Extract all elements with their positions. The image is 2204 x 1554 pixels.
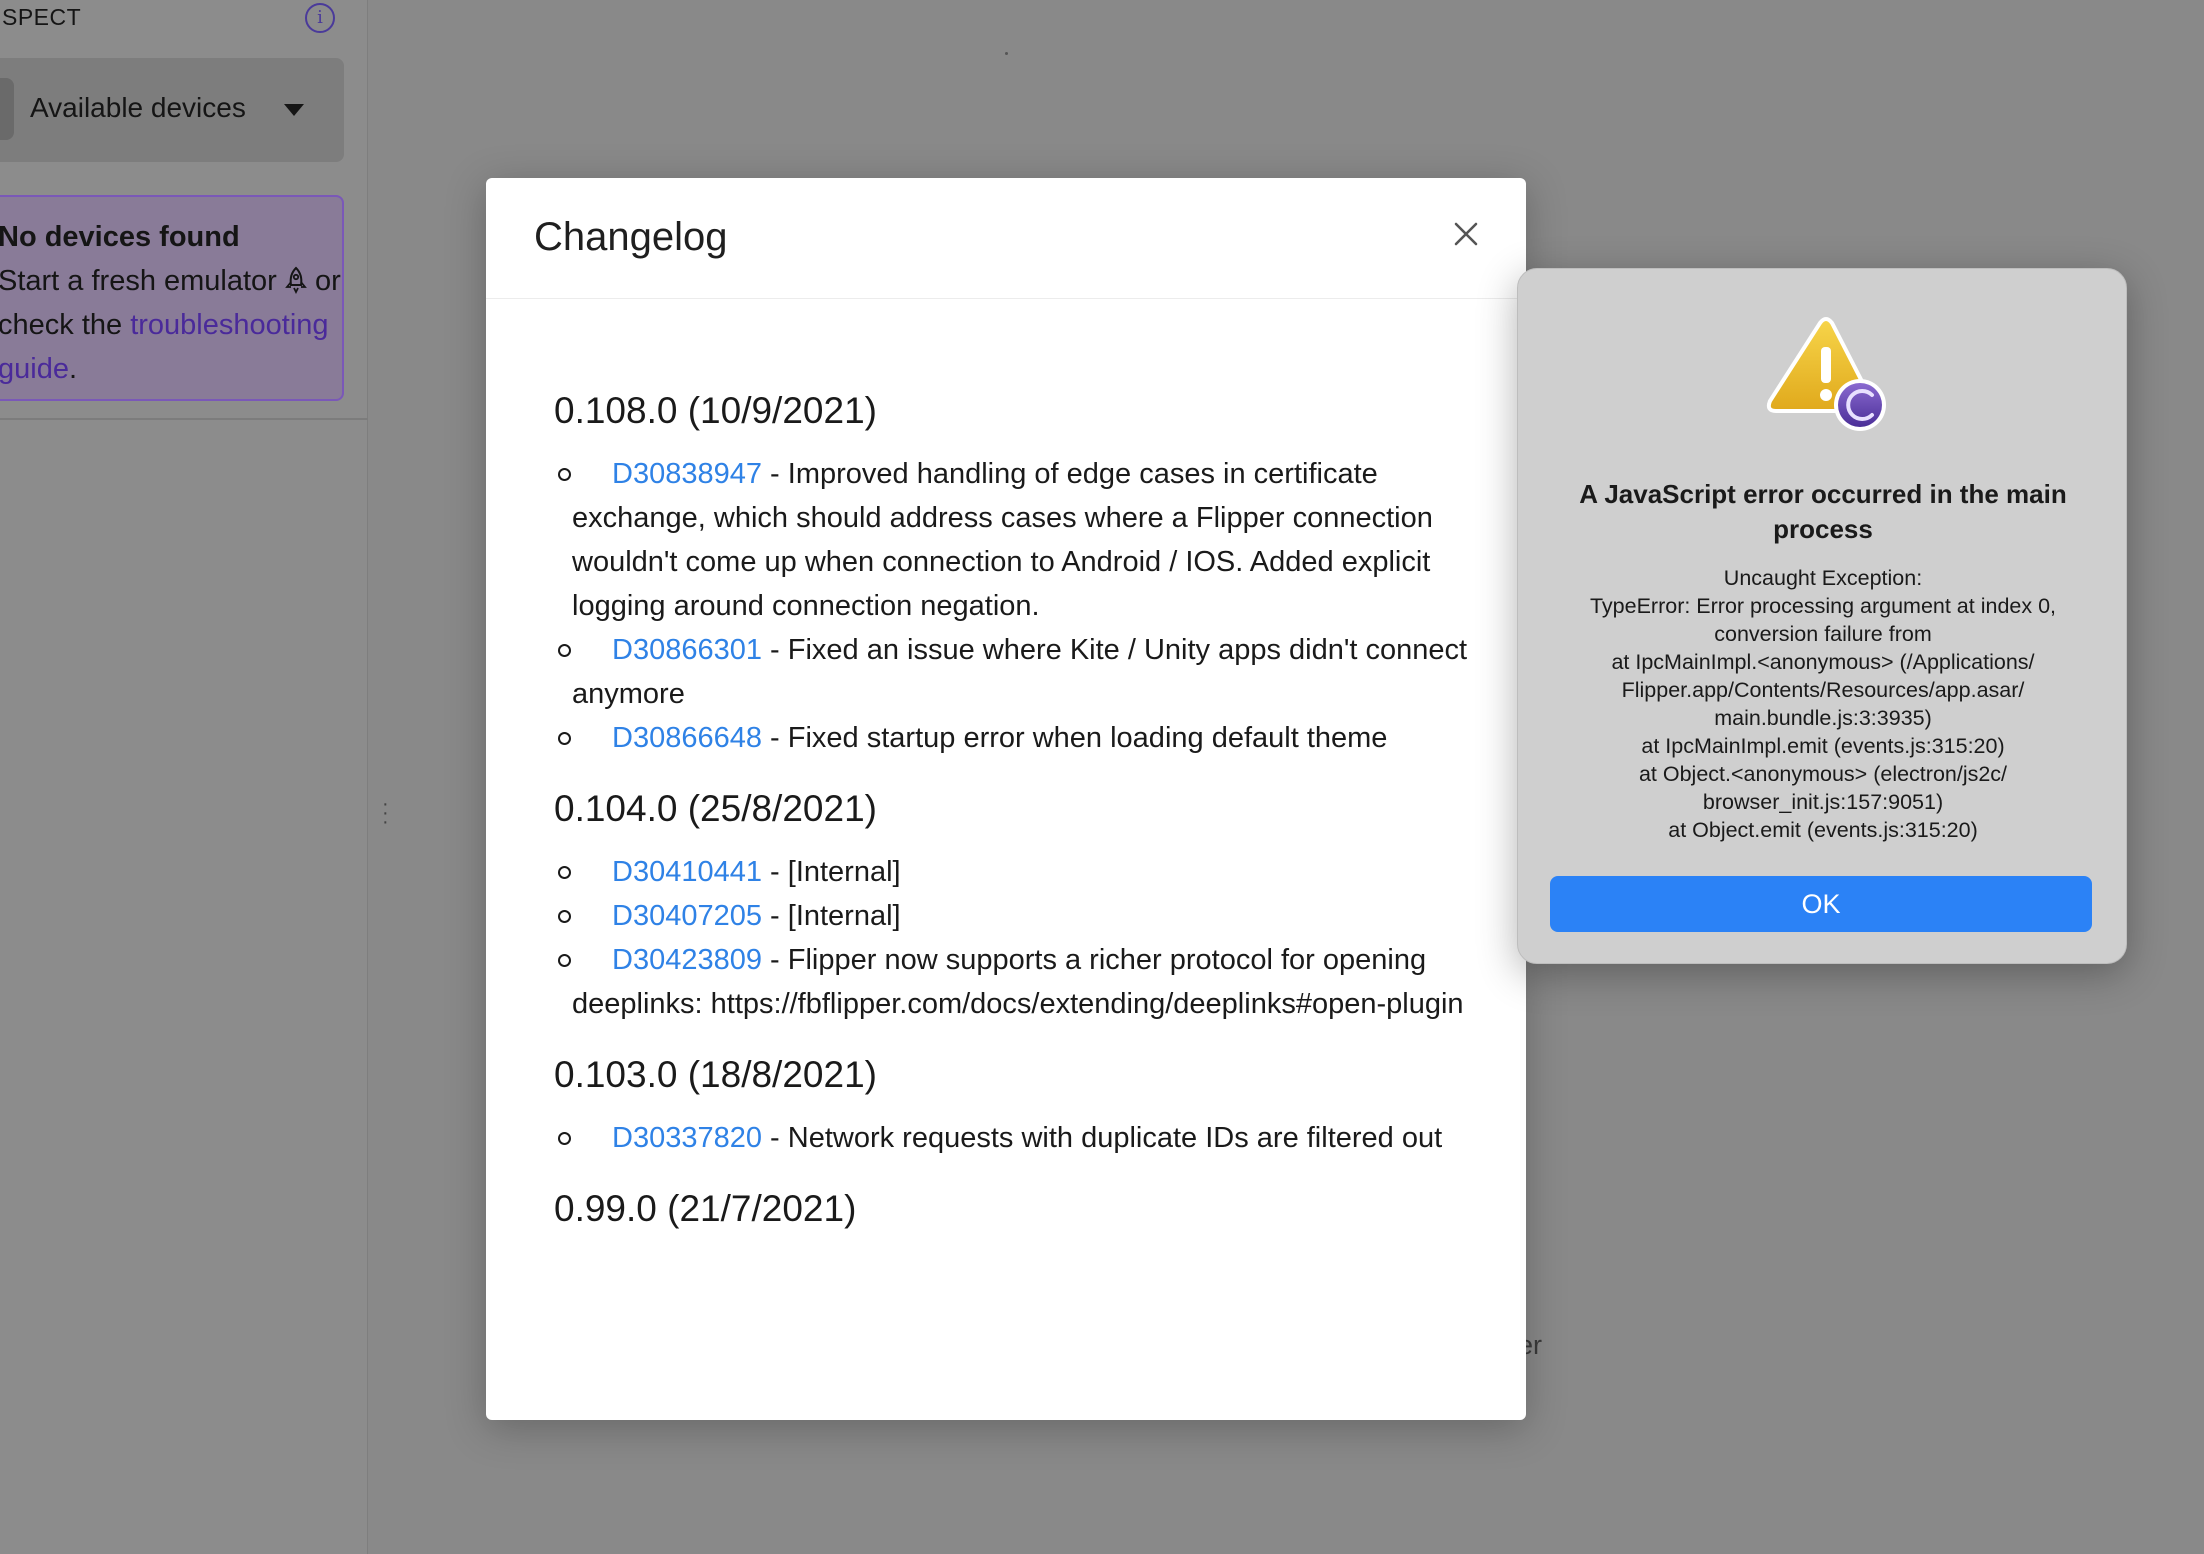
diff-link[interactable]: D30866648 <box>612 722 762 754</box>
notice-line-2: check the troubleshooting guide. <box>0 303 342 391</box>
error-line: at Object.emit (events.js:315:20) <box>1668 818 1978 842</box>
entry-text: - Network requests with duplicate IDs ar… <box>761 1122 1443 1154</box>
diff-link[interactable]: D30866301 <box>612 634 762 666</box>
bullet-icon <box>558 866 571 879</box>
notice-text-3: check the <box>0 309 123 341</box>
error-line: TypeError: Error processing argument at … <box>1589 594 2057 618</box>
warning-icon <box>1766 317 1886 431</box>
notice-line-1: Start a fresh emulator or <box>0 259 342 303</box>
release-title: 0.108.0 (10/9/2021) <box>554 390 877 431</box>
sidebar-header: INSPECT i <box>0 0 368 36</box>
diff-link[interactable]: D30410441 <box>612 856 762 888</box>
bullet-icon <box>558 468 571 481</box>
sidebar-title: INSPECT <box>0 4 82 30</box>
info-icon[interactable]: i <box>305 3 335 33</box>
error-line: at IpcMainImpl.<anonymous> (/Application… <box>1611 650 2035 674</box>
release-title: 0.103.0 (18/8/2021) <box>554 1054 877 1095</box>
diff-link[interactable]: D30838947 <box>612 458 762 490</box>
error-line: Uncaught Exception: <box>1723 566 1923 590</box>
error-dialog: A JavaScript error occurred in the main … <box>1517 268 2127 964</box>
release: 0.104.0 (25/8/2021) D30410441 - [Interna… <box>554 782 1486 1026</box>
changelog-modal: Changelog 0.108.0 (10/9/2021) D30838947 … <box>486 178 1526 1420</box>
release: 0.103.0 (18/8/2021) D30337820 - Network … <box>554 1048 1486 1160</box>
close-icon[interactable] <box>1446 214 1486 254</box>
error-line: main.bundle.js:3:3935) <box>1714 706 1932 730</box>
notice-text-4: . <box>68 353 78 385</box>
modal-title: Changelog <box>534 215 728 259</box>
device-select[interactable]: Available devices <box>0 58 344 162</box>
entry-text: - [Internal] <box>761 900 901 932</box>
error-message: Uncaught Exception: TypeError: Error pro… <box>1538 564 2108 844</box>
bullet-icon <box>558 644 571 657</box>
error-title: A JavaScript error occurred in the main … <box>1579 479 2067 544</box>
no-devices-notice: No devices found Start a fresh emulator … <box>0 195 344 401</box>
device-select-icon-area <box>0 78 14 140</box>
error-line: at IpcMainImpl.emit (events.js:315:20) <box>1641 734 2005 758</box>
release: 0.99.0 (21/7/2021) <box>554 1182 1486 1236</box>
changelog-entry: D30407205 - [Internal] <box>554 894 1486 938</box>
caret-down-icon <box>284 104 304 116</box>
changelog-entry: D30866648 - Fixed startup error when loa… <box>554 716 1486 760</box>
changelog-body[interactable]: 0.108.0 (10/9/2021) D30838947 - Improved… <box>486 300 1526 1360</box>
device-select-label: Available devices <box>30 92 246 123</box>
bullet-icon <box>558 910 571 923</box>
release: 0.108.0 (10/9/2021) D30838947 - Improved… <box>554 384 1486 760</box>
notice-text-1: Start a fresh emulator <box>0 265 277 297</box>
background-dot <box>1005 52 1008 55</box>
error-line: browser_init.js:157:9051) <box>1702 790 1944 814</box>
changelog-entry: D30423809 - Flipper now supports a riche… <box>554 938 1486 1026</box>
changelog-entry: D30337820 - Network requests with duplic… <box>554 1116 1486 1160</box>
entry-text: - Fixed startup error when loading defau… <box>761 722 1388 754</box>
sidebar-resize-handle[interactable]: · · · <box>382 794 389 832</box>
error-line: at Object.<anonymous> (electron/js2c/ <box>1638 762 2008 786</box>
diff-link[interactable]: D30337820 <box>612 1122 762 1154</box>
notice-text-2: or <box>314 265 341 297</box>
changelog-entry: D30838947 - Improved handling of edge ca… <box>554 452 1486 628</box>
sidebar-divider <box>0 418 368 420</box>
error-line: Flipper.app/Contents/Resources/app.asar/ <box>1621 678 2025 702</box>
ok-button[interactable]: OK <box>1550 876 2092 932</box>
diff-link[interactable]: D30407205 <box>612 900 762 932</box>
bullet-icon <box>558 1132 571 1145</box>
rocket-icon <box>285 266 307 294</box>
entry-text: - [Internal] <box>761 856 901 888</box>
error-line: conversion failure from <box>1714 622 1932 646</box>
bullet-icon <box>558 732 571 745</box>
notice-title: No devices found <box>0 221 240 253</box>
release-title: 0.99.0 (21/7/2021) <box>554 1188 857 1229</box>
changelog-entry: D30866301 - Fixed an issue where Kite / … <box>554 628 1486 716</box>
sidebar: INSPECT i Available devices No devices f… <box>0 0 368 1554</box>
changelog-entry: D30410441 - [Internal] <box>554 850 1486 894</box>
diff-link[interactable]: D30423809 <box>612 944 762 976</box>
bullet-icon <box>558 954 571 967</box>
modal-header: Changelog <box>486 178 1526 299</box>
release-title: 0.104.0 (25/8/2021) <box>554 788 877 829</box>
